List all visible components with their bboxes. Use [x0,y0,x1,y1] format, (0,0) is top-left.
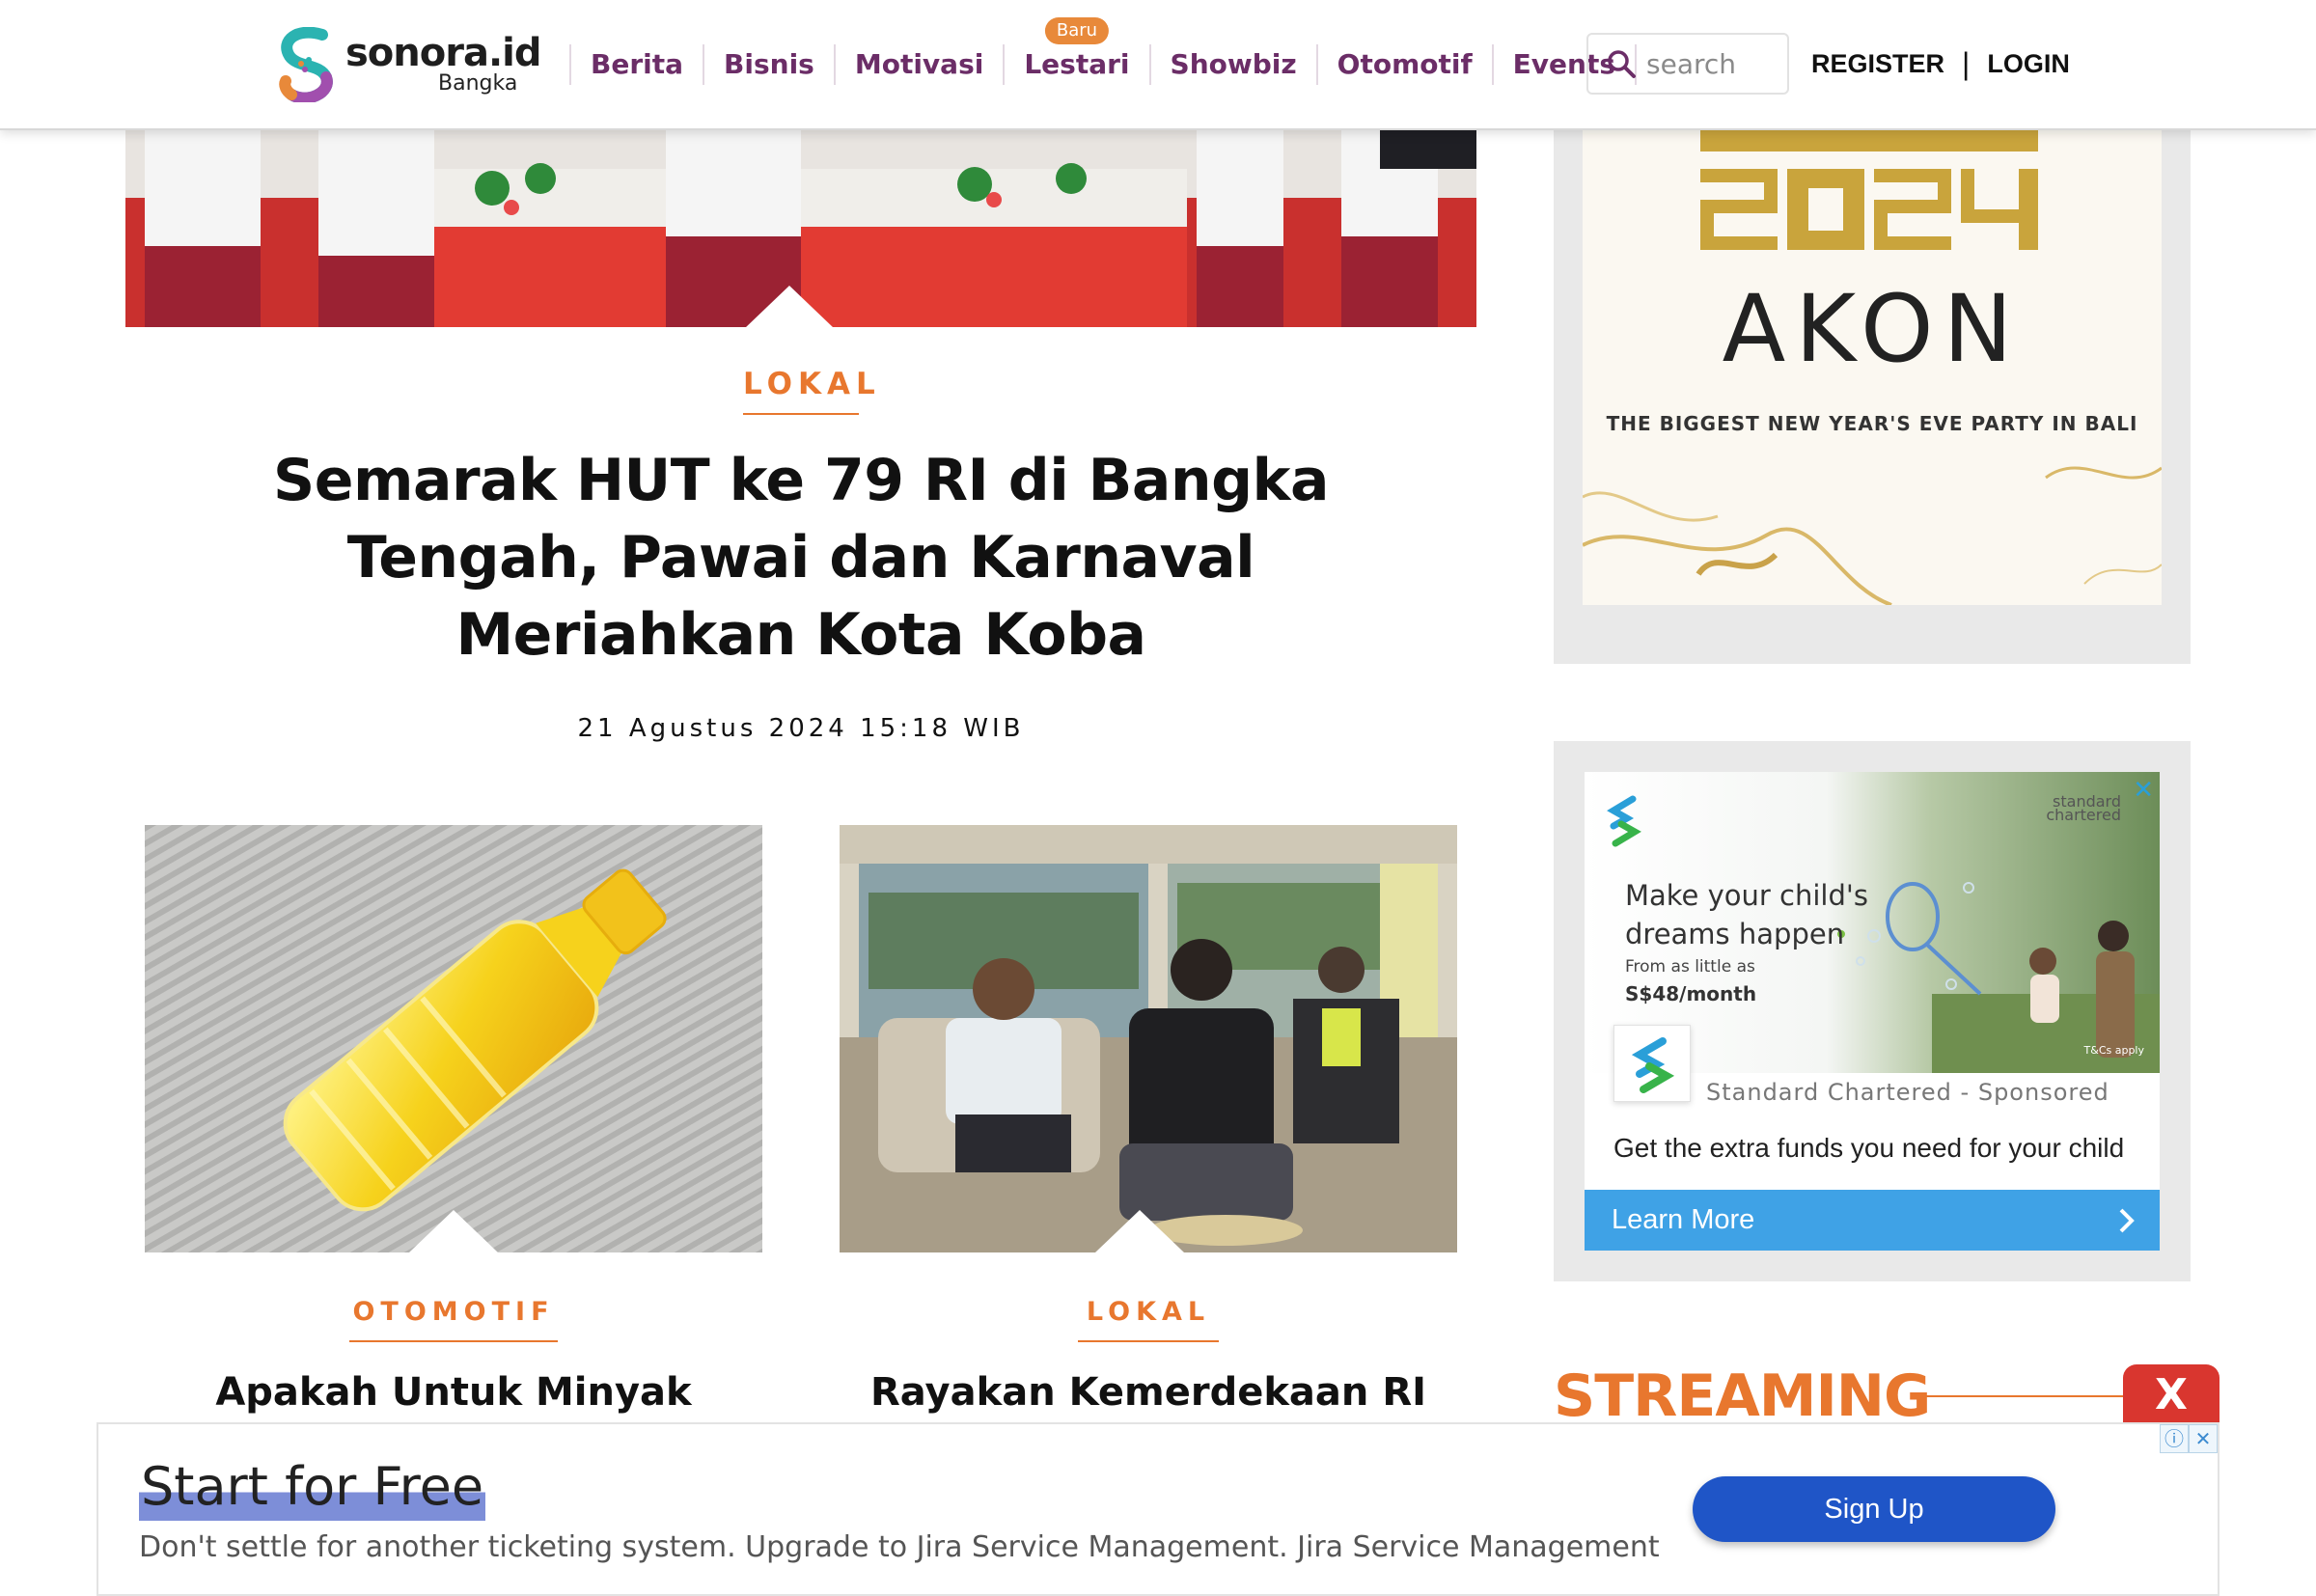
ad-description: Don't settle for another ticketing syste… [139,1530,1660,1564]
ad-sponsor-separator: - [1960,1079,1971,1106]
ad-title[interactable]: Start for Free [139,1453,486,1521]
logo-wordmark: sonora.id [345,31,542,75]
akon-name: AKON [1722,275,2023,383]
card-category-label[interactable]: LOKAL [1078,1297,1219,1342]
close-sticky-ad-button[interactable]: X [2123,1364,2220,1426]
blood-donation-photo [840,825,1457,1252]
ad-price-label: From as little as [1625,957,1755,977]
year-2024-graphic [1700,130,2038,250]
sign-up-button[interactable]: Sign Up [1693,1476,2055,1542]
nav-item-bisnis[interactable]: Bisnis [703,44,834,85]
nav-item-showbiz[interactable]: Showbiz [1148,44,1316,85]
site-logo[interactable]: sonora.id Bangka [278,27,542,104]
login-link[interactable]: LOGIN [1987,49,2070,79]
ad-close-icon[interactable]: ✕ [2133,776,2154,805]
nav-item-label: Berita [591,48,684,80]
standard-chartered-logo-icon [1607,795,1641,847]
akon-tagline: THE BIGGEST NEW YEAR'S EVE PARTY IN BALI [1606,412,2138,435]
nav-item-label: Motivasi [854,48,984,80]
ad-brand-mark: standard chartered [2046,794,2121,824]
advertiser-avatar [1613,1025,1691,1102]
oil-bottle-photo [145,825,762,1252]
logo-mark-icon [279,27,333,102]
article-card-image[interactable] [145,825,762,1252]
learn-more-label: Learn More [1612,1204,1755,1235]
hero-article-title[interactable]: Semarak HUT ke 79 RI di Bangka Tengah, P… [174,442,1428,674]
ad-terms: T&Cs apply [2083,1044,2144,1057]
site-header: sonora.id Bangka Berita Bisnis Motivasi … [0,0,2316,130]
chevron-right-icon [2119,1208,2135,1232]
bottom-sticky-ad[interactable]: ⓘ ✕ Start for Free Don't settle for anot… [96,1422,2220,1596]
ad-advertiser-name: Standard Chartered [1706,1079,1952,1106]
nav-item-lestari[interactable]: Baru Lestari [1003,17,1148,85]
search-input[interactable] [1646,47,1781,80]
ad-price: S$48/month [1625,982,1757,1005]
ad-description: Get the extra funds you need for your ch… [1613,1133,2125,1163]
search-icon [1608,50,1636,78]
logo-city: Bangka [438,71,518,96]
standard-chartered-logo-icon [1631,1037,1675,1093]
ad-choices: ⓘ ✕ [2160,1424,2218,1453]
main-nav: Berita Bisnis Motivasi Baru Lestari Show… [569,17,1638,85]
ad-sponsor-line: Standard Chartered - Sponsored [1706,1079,2109,1106]
new-badge: Baru [1044,17,1110,44]
auth-separator: | [1962,46,1971,81]
ad-headline: Make your child's dreams happen [1625,879,1868,950]
hero-article-date: 21 Agustus 2024 15:18 WIB [577,714,1025,743]
hero-category-label[interactable]: LOKAL [743,367,875,415]
nav-item-motivasi[interactable]: Motivasi [833,44,1004,85]
register-link[interactable]: REGISTER [1811,49,1944,79]
standard-chartered-ad[interactable]: ✕ standard chartered Make your child's d… [1585,772,2160,1251]
akon-event-ad[interactable]: AKON THE BIGGEST NEW YEAR'S EVE PARTY IN… [1583,130,2162,605]
ad-close-icon[interactable]: ✕ [2189,1424,2218,1453]
learn-more-button[interactable]: Learn More [1585,1190,2160,1251]
ad-info-icon[interactable]: ⓘ [2160,1424,2189,1453]
ad-brand-line: chartered [2046,806,2121,824]
ad-sponsored-tag: Sponsored [1977,1079,2109,1106]
card-notch [409,1210,498,1252]
nav-item-label: Showbiz [1170,48,1297,80]
auth-links: REGISTER | LOGIN [1811,46,2070,82]
card-category-label[interactable]: OTOMOTIF [349,1297,558,1342]
nav-item-otomotif[interactable]: Otomotif [1315,44,1492,85]
streaming-section-title: STREAMING [1554,1362,1931,1430]
nav-item-label: Bisnis [724,48,814,80]
nav-item-berita[interactable]: Berita [569,44,703,85]
card-title[interactable]: Apakah Untuk Minyak [145,1370,762,1415]
card-notch [1095,1210,1184,1252]
hero-notch [745,286,834,328]
card-title[interactable]: Rayakan Kemerdekaan RI [840,1370,1457,1415]
search-box[interactable] [1586,33,1789,95]
nav-item-label: Otomotif [1337,48,1473,80]
article-card-image[interactable] [840,825,1457,1252]
section-divider [1923,1395,2126,1397]
nav-item-label: Lestari [1024,48,1130,80]
